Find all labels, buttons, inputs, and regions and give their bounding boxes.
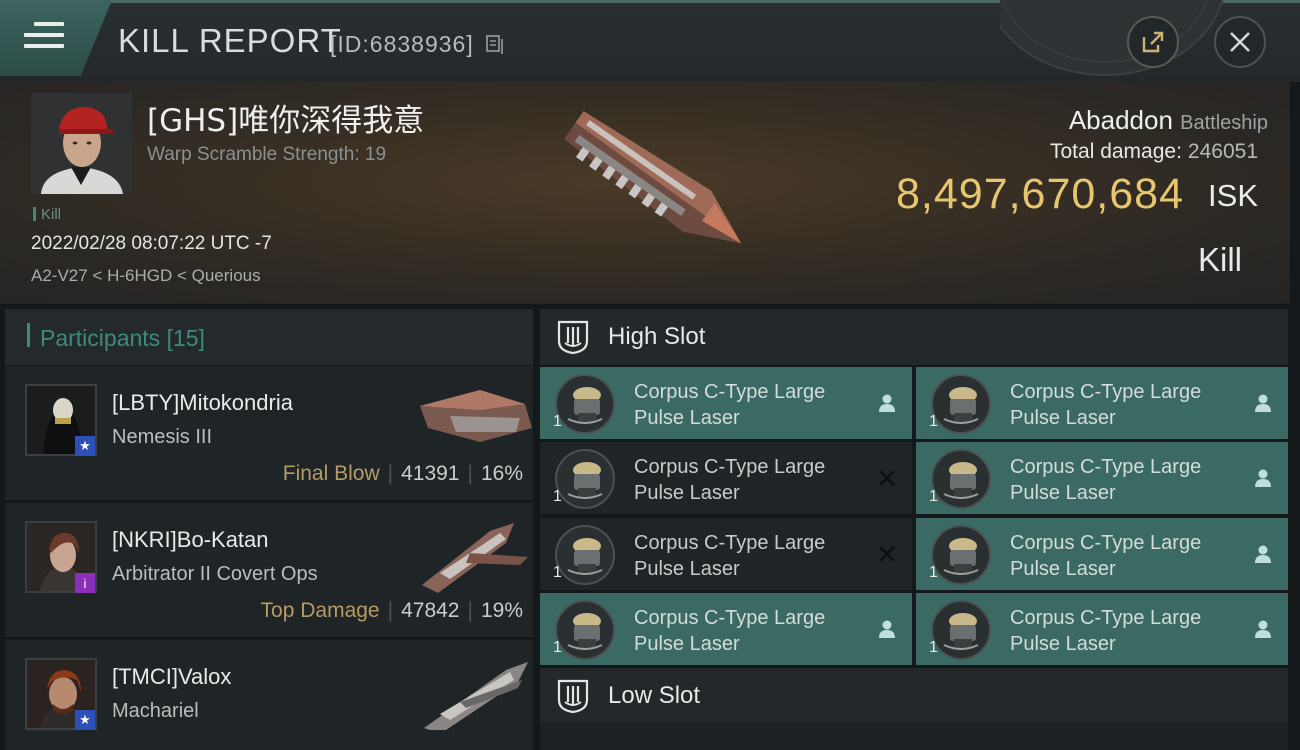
- victim-portrait[interactable]: [31, 93, 132, 194]
- dropped-person-icon: [876, 618, 898, 640]
- low-slot-icon: [556, 678, 590, 714]
- pulse-laser-icon: [930, 373, 992, 435]
- pulse-laser-icon: [554, 373, 616, 435]
- participant-ship-image: [410, 513, 535, 593]
- module-quantity: 1: [929, 564, 938, 581]
- participant-stats: Final Blow | 41391 | 16%: [282, 462, 523, 485]
- total-damage: Total damage: 246051: [1050, 140, 1258, 164]
- module-quantity: 1: [553, 639, 562, 656]
- pulse-laser-icon: [554, 524, 616, 586]
- star-icon: ★: [75, 436, 95, 456]
- pulse-laser-icon: [554, 599, 616, 661]
- window-header: KILL REPORT [ID:6838936]: [0, 0, 1300, 82]
- victim-ship-line: Abaddon Battleship: [1069, 105, 1268, 136]
- module-item[interactable]: 1 Corpus C-Type Large Pulse Laser: [916, 367, 1288, 439]
- dropped-person-icon: [1252, 543, 1274, 565]
- total-damage-label: Total damage:: [1050, 140, 1182, 163]
- participant-percent: 16%: [480, 462, 523, 485]
- dropped-person-icon: [1252, 618, 1274, 640]
- module-quantity: 1: [553, 413, 562, 430]
- participant-row[interactable]: ★ [LBTY]Mitokondria Nemesis III Final Bl…: [5, 366, 533, 500]
- share-button[interactable]: [1127, 16, 1179, 68]
- module-name: Corpus C-Type Large Pulse Laser: [634, 381, 826, 429]
- high-slot-label: High Slot: [608, 323, 706, 350]
- participant-name[interactable]: [NKRI]Bo-Katan: [112, 527, 269, 553]
- participant-ship: Arbitrator II Covert Ops: [112, 563, 318, 585]
- pulse-laser-icon: [554, 448, 616, 510]
- pulse-laser-icon: [930, 524, 992, 586]
- victim-ship-image[interactable]: [535, 92, 765, 272]
- participant-ship: Nemesis III: [112, 426, 213, 448]
- top-damage-tag: Top Damage: [260, 599, 380, 622]
- module-quantity: 1: [929, 413, 938, 430]
- module-name: Corpus C-Type Large Pulse Laser: [634, 456, 826, 504]
- kill-datetime: 2022/02/28 08:07:22 UTC -7: [31, 233, 272, 254]
- pulse-laser-icon: [930, 599, 992, 661]
- module-item[interactable]: 1 Corpus C-Type Large Pulse Laser: [540, 518, 912, 590]
- high-slot-header: High Slot: [540, 309, 1288, 365]
- module-name: Corpus C-Type Large Pulse Laser: [634, 532, 826, 580]
- destroyed-x-icon: [876, 467, 898, 489]
- final-blow-tag: Final Blow: [282, 462, 380, 485]
- dropped-person-icon: [876, 392, 898, 414]
- participant-stats: Top Damage | 47842 | 19%: [260, 599, 523, 622]
- isk-value: 8,497,670,684: [896, 170, 1184, 218]
- kill-tag: Kill: [33, 206, 61, 223]
- close-icon: [1230, 32, 1250, 52]
- menu-icon[interactable]: [24, 22, 64, 56]
- low-slot-label: Low Slot: [608, 682, 701, 709]
- module-name: Corpus C-Type Large Pulse Laser: [1010, 607, 1202, 655]
- module-name: Corpus C-Type Large Pulse Laser: [1010, 456, 1202, 504]
- share-icon: [1142, 31, 1164, 53]
- victim-name[interactable]: [GHS]唯你深得我意: [147, 95, 424, 140]
- module-quantity: 1: [553, 564, 562, 581]
- participant-ship-image: [410, 376, 535, 456]
- victim-ship-class: Battleship: [1180, 112, 1268, 134]
- result-label: Kill: [1197, 241, 1242, 278]
- participant-row[interactable]: ★ [TMCI]Valox Machariel: [5, 640, 533, 750]
- low-slot-modules-partial: [540, 722, 1288, 750]
- victim-ship-name[interactable]: Abaddon: [1069, 105, 1173, 135]
- module-quantity: 1: [553, 488, 562, 505]
- module-quantity: 1: [929, 639, 938, 656]
- module-item[interactable]: 1 Corpus C-Type Large Pulse Laser: [916, 442, 1288, 514]
- participant-ship-image: [410, 650, 535, 734]
- participant-row[interactable]: i [NKRI]Bo-Katan Arbitrator II Covert Op…: [5, 503, 533, 637]
- participant-percent: 19%: [480, 599, 523, 622]
- report-id: [ID:6838936]: [330, 31, 474, 57]
- module-quantity: 1: [929, 488, 938, 505]
- module-name: Corpus C-Type Large Pulse Laser: [1010, 532, 1202, 580]
- dropped-person-icon: [1252, 392, 1274, 414]
- participants-title: Participants [15]: [40, 325, 205, 352]
- participant-name[interactable]: [TMCI]Valox: [112, 664, 231, 690]
- participants-count: [15]: [166, 325, 205, 351]
- high-slot-icon: [556, 319, 590, 355]
- participants-label: Participants: [40, 325, 161, 351]
- page-title: KILL REPORT: [118, 22, 342, 59]
- destroyed-x-icon: [876, 543, 898, 565]
- participant-damage: 41391: [401, 462, 460, 485]
- copy-icon[interactable]: [486, 35, 504, 55]
- info-icon: i: [75, 573, 95, 593]
- pulse-laser-icon: [930, 448, 992, 510]
- warp-scramble-strength: Warp Scramble Strength: 19: [147, 144, 387, 165]
- kill-location[interactable]: A2-V27 < H-6HGD < Querious: [31, 266, 261, 286]
- low-slot-header: Low Slot: [540, 668, 1288, 724]
- module-item[interactable]: 1 Corpus C-Type Large Pulse Laser: [540, 593, 912, 665]
- module-item[interactable]: 1 Corpus C-Type Large Pulse Laser: [540, 442, 912, 514]
- participant-damage: 47842: [401, 599, 460, 622]
- module-item[interactable]: 1 Corpus C-Type Large Pulse Laser: [916, 518, 1288, 590]
- module-name: Corpus C-Type Large Pulse Laser: [1010, 381, 1202, 429]
- total-damage-value: 246051: [1187, 140, 1258, 163]
- close-button[interactable]: [1214, 16, 1266, 68]
- module-item[interactable]: 1 Corpus C-Type Large Pulse Laser: [540, 367, 912, 439]
- module-item[interactable]: 1 Corpus C-Type Large Pulse Laser: [916, 593, 1288, 665]
- isk-unit: ISK: [1208, 178, 1258, 213]
- participant-ship: Machariel: [112, 700, 199, 722]
- module-name: Corpus C-Type Large Pulse Laser: [634, 607, 826, 655]
- dropped-person-icon: [1252, 467, 1274, 489]
- star-icon: ★: [75, 710, 95, 730]
- participant-name[interactable]: [LBTY]Mitokondria: [112, 390, 293, 416]
